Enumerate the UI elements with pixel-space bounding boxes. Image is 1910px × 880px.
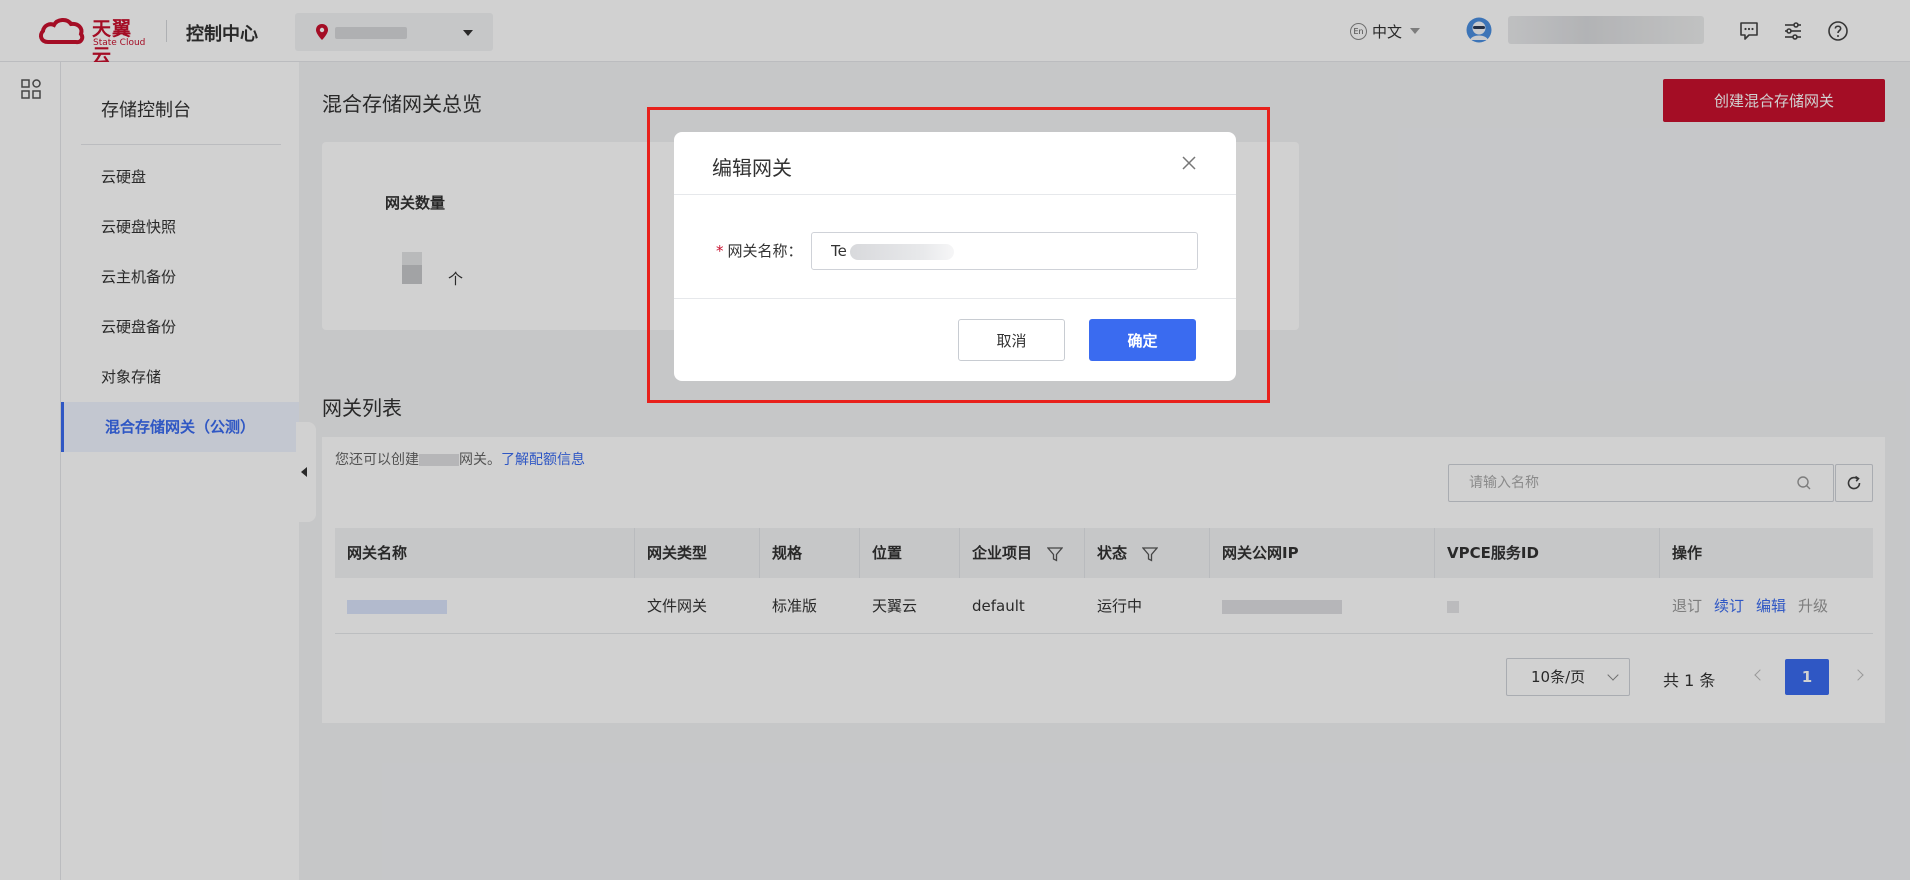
highlight-annotation-box xyxy=(647,107,1270,403)
